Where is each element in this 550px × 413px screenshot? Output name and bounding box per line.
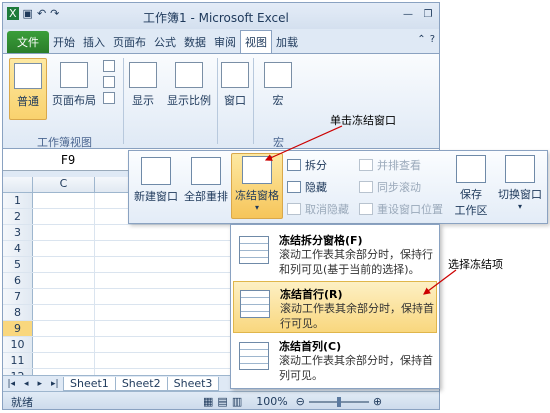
annotation-arrows: [264, 125, 457, 295]
arrow-to-top-row: [423, 269, 457, 295]
arrow-to-freeze-button: [264, 125, 343, 161]
